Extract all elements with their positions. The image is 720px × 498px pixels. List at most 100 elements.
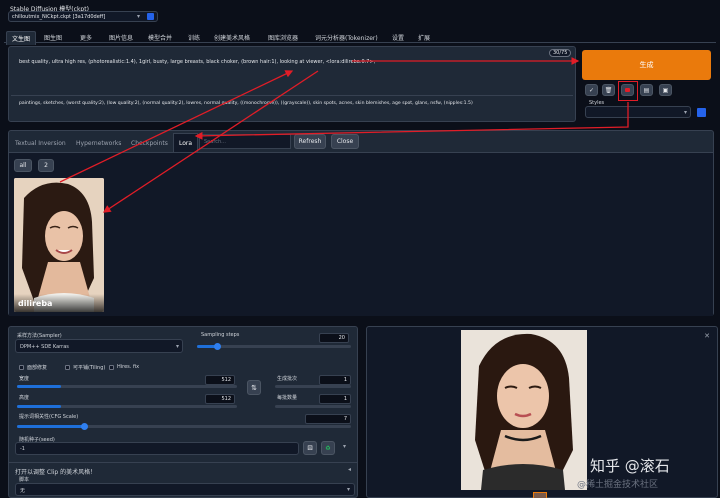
height-label: 高度 bbox=[19, 395, 30, 401]
lora-card[interactable]: dilireba bbox=[14, 178, 104, 312]
caret-left-icon: ◂ bbox=[347, 466, 351, 473]
steps-value[interactable]: 20 bbox=[319, 333, 349, 343]
sampler-dropdown[interactable]: DPM++ SDE Karras ▾ bbox=[15, 339, 183, 353]
close-label: Close bbox=[336, 138, 354, 145]
script-label: 脚本 bbox=[19, 477, 30, 483]
batch-size-value[interactable]: 1 bbox=[319, 394, 351, 404]
lora-cards-area: all 2 dilireba bbox=[9, 152, 713, 316]
face-restore-label: 面部修复 bbox=[27, 365, 48, 371]
main-tabs: 文生图 图生图 更多 图片信息 模型合并 训练 创建美术风格 图库浏览器 词元分… bbox=[4, 31, 716, 45]
face-restore-checkbox[interactable] bbox=[19, 365, 24, 370]
positive-prompt-input[interactable]: best quality, ultra high res, (photoreal… bbox=[11, 53, 573, 93]
generated-portrait-image bbox=[461, 330, 587, 490]
swap-icon: ⇅ bbox=[251, 383, 257, 392]
lora-card-thumbnail bbox=[14, 178, 104, 312]
steps-label: Sampling steps bbox=[201, 332, 240, 338]
cfg-label: 提示词相关性(CFG Scale) bbox=[19, 414, 79, 420]
filter-all-label: all bbox=[19, 162, 27, 169]
tab-aesthetic[interactable]: 创建美术风格 bbox=[214, 33, 250, 42]
clip-style-label: 打开以调整 Clip 的美术风格！ bbox=[15, 469, 97, 476]
width-label: 宽度 bbox=[19, 376, 30, 382]
chevron-down-icon: ▾ bbox=[137, 13, 141, 20]
expand-seed-icon[interactable]: ▾ bbox=[343, 443, 346, 450]
tab-lora[interactable]: Lora bbox=[173, 133, 199, 154]
settings-panel: 采样方法(Sampler) DPM++ SDE Karras ▾ Samplin… bbox=[8, 326, 358, 498]
negative-prompt-text: paintings, sketches, (worst quality:2), … bbox=[19, 101, 473, 106]
close-output-icon[interactable]: ✕ bbox=[704, 332, 710, 340]
generate-button[interactable]: 生成 bbox=[582, 50, 711, 80]
dice-icon[interactable]: ⚄ bbox=[303, 441, 317, 455]
chevron-down-icon: ▾ bbox=[175, 343, 179, 350]
height-slider[interactable] bbox=[17, 405, 237, 408]
trash-icon[interactable]: 🗑 bbox=[602, 84, 615, 96]
output-panel: ✕ 知乎 @滚石 @稀土掘金技术社区 bbox=[366, 326, 718, 498]
tab-image-browser[interactable]: 图库浏览器 bbox=[268, 33, 298, 42]
refresh-button[interactable]: Refresh bbox=[294, 134, 326, 149]
filter-2-label: 2 bbox=[44, 162, 48, 169]
script-dropdown[interactable]: 无 ▾ bbox=[15, 483, 355, 496]
seed-input[interactable]: -1 bbox=[15, 442, 299, 455]
prompt-panel: best quality, ultra high res, (photoreal… bbox=[8, 46, 576, 122]
batch-count-label: 生成批次 bbox=[277, 376, 298, 382]
clip-style-accordion[interactable]: 打开以调整 Clip 的美术风格！ ◂ bbox=[9, 462, 357, 476]
tab-png-info[interactable]: 图片信息 bbox=[109, 33, 133, 42]
hires-label: Hires. fix bbox=[117, 364, 140, 370]
tab-checkpoint-merger[interactable]: 模型合并 bbox=[148, 33, 172, 42]
tab-settings[interactable]: 设置 bbox=[392, 33, 404, 42]
lora-card-name: dilireba bbox=[18, 299, 53, 308]
cfg-slider[interactable] bbox=[17, 423, 351, 430]
positive-prompt-text: best quality, ultra high res, (photoreal… bbox=[19, 59, 376, 65]
steps-slider[interactable] bbox=[197, 343, 351, 350]
chevron-down-icon: ▾ bbox=[683, 109, 687, 116]
script-value: 无 bbox=[20, 488, 26, 494]
batch-size-slider[interactable] bbox=[275, 405, 351, 408]
chevron-down-icon: ▾ bbox=[346, 486, 350, 493]
tab-hypernetworks[interactable]: Hypernetworks bbox=[76, 140, 121, 147]
watermark-subtext: @稀土掘金技术社区 bbox=[577, 480, 659, 490]
tab-tokenizer[interactable]: 词元分析器(Tokenizer) bbox=[315, 33, 378, 42]
negative-prompt-input[interactable]: paintings, sketches, (worst quality:2), … bbox=[11, 95, 573, 121]
filter-2-button[interactable]: 2 bbox=[38, 159, 54, 172]
tiling-checkbox[interactable] bbox=[65, 365, 70, 370]
extra-networks-panel: Textual Inversion Hypernetworks Checkpoi… bbox=[8, 130, 714, 316]
tab-extensions[interactable]: 扩展 bbox=[418, 33, 430, 42]
batch-count-value[interactable]: 1 bbox=[319, 375, 351, 385]
tab-textual-inversion[interactable]: Textual Inversion bbox=[15, 140, 66, 147]
tiling-label: 可平铺(Tiling) bbox=[73, 365, 106, 371]
batch-size-label: 每批数量 bbox=[277, 395, 298, 401]
lora-search-input[interactable]: Search... bbox=[199, 134, 291, 149]
output-thumbnail[interactable] bbox=[533, 492, 547, 498]
refresh-models-icon[interactable] bbox=[147, 13, 154, 20]
tab-txt2img[interactable]: 文生图 bbox=[6, 31, 37, 45]
tab-more[interactable]: 更多 bbox=[80, 33, 92, 42]
save-icon[interactable]: ▣ bbox=[659, 84, 672, 96]
tab-checkpoints[interactable]: Checkpoints bbox=[131, 140, 168, 147]
watermark-text: 知乎 @滚石 bbox=[590, 457, 670, 475]
clipboard-icon[interactable]: ▤ bbox=[640, 84, 653, 96]
output-image[interactable] bbox=[461, 330, 587, 490]
model-selector-value: chilloutmix_NiCkpt.ckpt [3a17d0deff] bbox=[12, 14, 106, 20]
close-button[interactable]: Close bbox=[331, 134, 359, 149]
seed-value: -1 bbox=[20, 446, 25, 452]
height-value[interactable]: 512 bbox=[205, 394, 235, 404]
swap-dimensions-button[interactable]: ⇅ bbox=[247, 380, 261, 395]
model-selector[interactable]: chilloutmix_NiCkpt.ckpt [3a17d0deff] ▾ bbox=[8, 11, 158, 22]
sampler-value: DPM++ SDE Karras bbox=[20, 344, 69, 350]
styles-dropdown[interactable]: ▾ bbox=[585, 106, 691, 118]
generate-label: 生成 bbox=[639, 61, 654, 69]
width-value[interactable]: 512 bbox=[205, 375, 235, 385]
highlight-box bbox=[618, 81, 638, 101]
hires-checkbox[interactable] bbox=[109, 365, 114, 370]
tab-train[interactable]: 训练 bbox=[188, 33, 200, 42]
width-slider[interactable] bbox=[17, 385, 237, 388]
recycle-icon[interactable]: ♻ bbox=[321, 441, 335, 455]
token-counter: 30/75 bbox=[549, 49, 572, 57]
check-icon[interactable]: ✓ bbox=[585, 84, 598, 96]
apply-styles-icon[interactable] bbox=[697, 108, 706, 117]
tab-img2img[interactable]: 图生图 bbox=[44, 33, 62, 42]
filter-all-button[interactable]: all bbox=[14, 159, 32, 172]
batch-count-slider[interactable] bbox=[275, 385, 351, 388]
search-placeholder: Search... bbox=[204, 139, 226, 145]
cfg-value[interactable]: 7 bbox=[305, 414, 351, 424]
sampler-label: 采样方法(Sampler) bbox=[17, 333, 62, 339]
